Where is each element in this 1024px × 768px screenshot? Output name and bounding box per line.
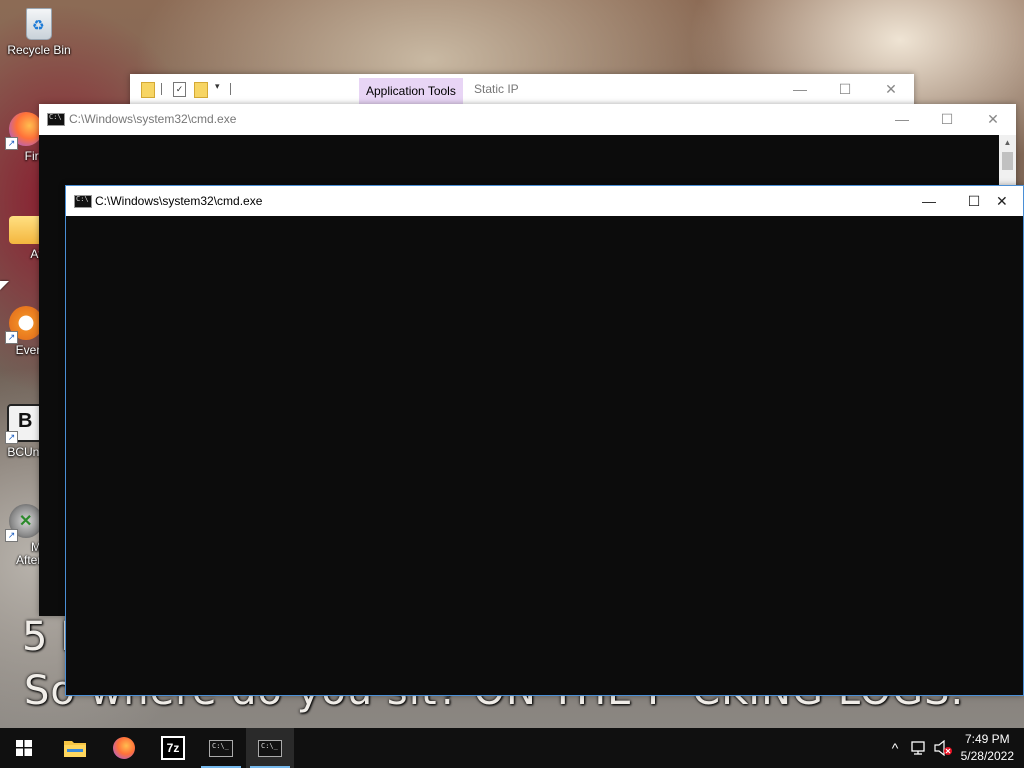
shortcut-arrow-icon: ↗: [5, 331, 18, 344]
folder-icon: [141, 82, 155, 98]
ribbon-tab-application-tools[interactable]: Application Tools: [359, 78, 463, 104]
taskbar-firefox[interactable]: [100, 728, 148, 768]
toolbar-separator: [230, 83, 231, 95]
cmd-back-title: C:\Windows\system32\cmd.exe: [69, 112, 237, 126]
maximize-button[interactable]: ☐: [822, 74, 868, 104]
minimize-button[interactable]: —: [879, 104, 925, 134]
start-button[interactable]: [0, 728, 48, 768]
folder-icon: [9, 216, 43, 244]
explorer-titlebar[interactable]: ✓ ▾ Application Tools Static IP — ☐ ✕: [130, 74, 914, 104]
taskbar: 7z C:\_ C:\_ ^ 7:49 PM 5/28/2022: [0, 728, 1024, 768]
shortcut-arrow-icon: ↗: [5, 529, 18, 542]
minimize-button[interactable]: —: [906, 186, 952, 216]
clock-time: 7:49 PM: [964, 732, 1010, 746]
cmd-front-titlebar[interactable]: C:\Windows\system32\cmd.exe — ☐ ✕: [66, 186, 1023, 216]
quick-access-dropdown-icon[interactable]: ▾: [215, 81, 220, 92]
new-folder-icon[interactable]: [194, 82, 208, 98]
cmd-front-title: C:\Windows\system32\cmd.exe: [95, 194, 263, 208]
properties-icon[interactable]: ✓: [173, 82, 186, 97]
minimize-button[interactable]: —: [777, 74, 823, 104]
ribbon-tab-label: Application Tools: [366, 84, 456, 98]
network-icon[interactable]: [908, 728, 930, 768]
shortcut-arrow-icon: ↗: [5, 137, 18, 150]
7zip-label: 7z: [166, 741, 180, 755]
cmd-back-titlebar[interactable]: C:\Windows\system32\cmd.exe — ☐ ✕: [39, 104, 1016, 134]
volume-muted-icon: [934, 740, 952, 756]
recycle-bin-icon: ♻: [26, 8, 52, 40]
cmd-icon: C:\_: [258, 739, 282, 757]
network-icon-glyph: [911, 741, 925, 755]
desktop-icon-label: Recycle Bin: [7, 43, 71, 57]
firefox-icon: [113, 737, 135, 759]
desktop-icon-recycle-bin[interactable]: ♻ Recycle Bin: [1, 8, 77, 57]
maximize-button[interactable]: ☐: [951, 186, 997, 216]
clock-date: 5/28/2022: [960, 749, 1014, 763]
cmd-icon: [74, 195, 92, 208]
cmd-icon: [47, 113, 65, 126]
everything-icon: ↗: [5, 306, 43, 344]
cmd-icon: C:\_: [209, 739, 233, 757]
cmd-window-front[interactable]: C:\Windows\system32\cmd.exe — ☐ ✕: [65, 185, 1024, 696]
afterburner-icon: ✕ ↗: [5, 504, 43, 542]
firefox-icon: ↗: [5, 112, 43, 150]
mouse-cursor-icon: [0, 281, 9, 290]
shortcut-arrow-icon: ↗: [5, 431, 18, 444]
close-button[interactable]: ✕: [996, 186, 1024, 216]
taskbar-7zip[interactable]: 7z: [149, 728, 197, 768]
folder-icon: [64, 741, 86, 757]
7zip-icon: 7z: [161, 736, 185, 760]
cmd-front-console[interactable]: [66, 216, 1023, 695]
toolbar-separator: [161, 83, 162, 95]
taskbar-cmd-1[interactable]: C:\_: [197, 728, 245, 768]
show-hidden-icons-chevron-icon[interactable]: ^: [884, 728, 906, 768]
close-button[interactable]: ✕: [868, 74, 914, 104]
taskbar-cmd-2[interactable]: C:\_: [246, 728, 294, 768]
taskbar-file-explorer[interactable]: [51, 728, 99, 768]
clock[interactable]: 7:49 PM 5/28/2022: [961, 731, 1014, 765]
explorer-window-title: Static IP: [474, 82, 519, 96]
volume-icon[interactable]: [932, 728, 954, 768]
windows-logo-icon: [16, 740, 32, 756]
chevron-up-icon: ^: [891, 740, 899, 756]
close-button[interactable]: ✕: [970, 104, 1016, 134]
scrollbar-thumb[interactable]: [1002, 152, 1013, 170]
maximize-button[interactable]: ☐: [924, 104, 970, 134]
scroll-up-icon[interactable]: ▲: [999, 135, 1016, 151]
